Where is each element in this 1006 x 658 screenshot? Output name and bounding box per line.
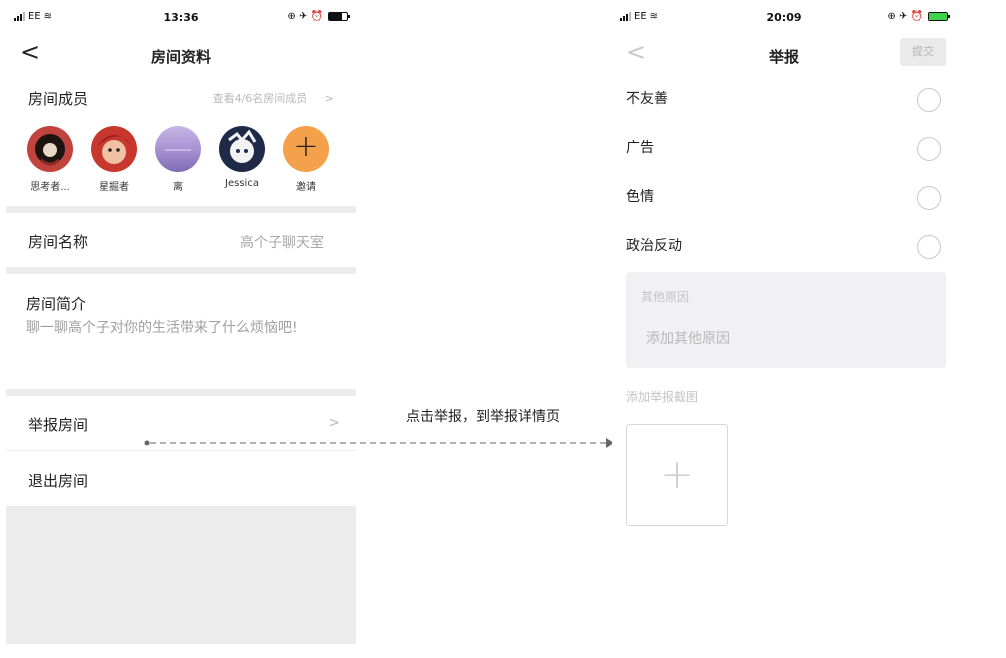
status-bar: EE ≋ 20:09 ⊕ ✈ ⏰ [612,10,956,26]
chevron-right-icon: > [324,92,334,105]
room-intro-text: 聊一聊高个子对你的生活带来了什么烦恼吧! [26,320,298,336]
radio-button[interactable] [917,137,941,161]
members-label: 房间成员 [28,90,89,108]
divider [6,389,356,396]
other-reason-placeholder: 添加其他原因 [646,331,730,347]
radio-button[interactable] [917,88,941,112]
status-bar: EE ≋ 13:36 ⊕ ✈ ⏰ [6,10,356,26]
status-icons: ⊕ ✈ ⏰ [287,11,323,22]
room-name-value: 高个子聊天室 [240,235,324,251]
leave-room-label: 退出房间 [28,472,89,490]
report-option[interactable]: 广告 [626,137,946,163]
room-intro-label: 房间简介 [26,295,87,313]
member-name: 思考者... [30,182,70,193]
member-avatars: 思考者... 星掘者 离 Jessica + 邀请 [26,126,330,193]
room-name-row[interactable]: 房间名称 高个子聊天室 [6,231,356,253]
member-avatar[interactable]: 星掘者 [90,126,138,193]
report-option[interactable]: 色情 [626,186,946,212]
report-option[interactable]: 不友善 [626,88,946,114]
battery-icon [328,12,350,21]
report-screen: EE ≋ 20:09 ⊕ ✈ ⏰ < 举报 提交 不友善 广告 色情 政治反动 … [612,0,956,644]
members-row[interactable]: 房间成员 查看4/6名房间成员 > [6,88,356,110]
flow-arrow [144,438,614,448]
avatar [219,126,265,172]
report-room-row[interactable]: 举报房间 > [6,414,356,436]
empty-area [6,506,356,644]
other-reason-field[interactable]: 其他原因 添加其他原因 [626,272,946,368]
other-reason-label: 其他原因 [641,290,690,304]
submit-button[interactable]: 提交 [900,38,946,66]
avatar [155,126,201,172]
option-label: 不友善 [626,91,668,107]
option-label: 政治反动 [626,238,682,254]
leave-room-row[interactable]: 退出房间 [6,470,356,492]
invite-label: 邀请 [296,182,316,193]
divider [6,206,356,213]
option-label: 广告 [626,140,654,156]
avatar [27,126,73,172]
chevron-right-icon: > [328,415,340,431]
option-label: 色情 [626,189,654,205]
battery-icon [928,12,950,21]
divider [6,450,356,451]
nav-bar: < 房间资料 [6,36,356,76]
member-avatar[interactable]: Jessica [218,126,266,193]
avatar [91,126,137,172]
add-screenshot-button[interactable]: + [626,424,728,526]
member-name: Jessica [225,178,259,189]
status-icons: ⊕ ✈ ⏰ [887,11,923,22]
plus-icon: + [660,452,694,498]
radio-button[interactable] [917,186,941,210]
member-avatar[interactable]: 思考者... [26,126,74,193]
invite-circle: + [283,126,329,172]
plus-icon: + [293,129,319,164]
divider [6,267,356,274]
member-avatar[interactable]: 离 [154,126,202,193]
annotation-label: 点击举报，到举报详情页 [406,409,560,425]
report-option[interactable]: 政治反动 [626,235,946,261]
nav-bar: < 举报 提交 [612,36,956,76]
member-name: 星掘者 [99,182,129,193]
screenshot-label: 添加举报截图 [626,390,699,404]
report-room-label: 举报房间 [28,416,89,434]
arrow-start-dot [144,440,150,446]
radio-button[interactable] [917,235,941,259]
view-members-link[interactable]: 查看4/6名房间成员 > [213,90,334,106]
room-info-screen: EE ≋ 13:36 ⊕ ✈ ⏰ < 房间资料 房间成员 查看4/6名房间成员 … [6,0,356,644]
page-title: 房间资料 [150,48,211,66]
invite-button[interactable]: + 邀请 [282,126,330,193]
member-name: 离 [173,182,183,193]
room-name-label: 房间名称 [28,233,89,251]
